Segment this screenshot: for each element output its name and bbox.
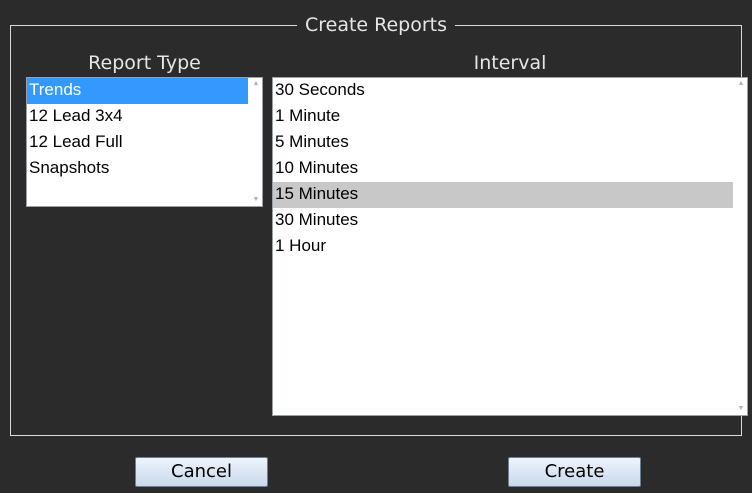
frame-line-top-left — [10, 25, 297, 26]
report-type-list[interactable]: Trends 12 Lead 3x4 12 Lead Full Snapshot… — [26, 77, 263, 207]
interval-label: Interval — [473, 52, 547, 74]
report-type-scrollbar[interactable]: ▲ ▼ — [250, 78, 262, 206]
interval-scrollbar[interactable]: ▲ ▼ — [735, 78, 747, 415]
report-type-item-snapshots[interactable]: Snapshots — [27, 156, 262, 182]
cancel-button[interactable]: Cancel — [135, 457, 268, 487]
report-type-item-12-lead-3x4[interactable]: 12 Lead 3x4 — [27, 104, 262, 130]
scroll-up-arrow-icon[interactable]: ▲ — [737, 80, 745, 88]
create-button[interactable]: Create — [508, 457, 641, 487]
interval-item-1-hour[interactable]: 1 Hour — [273, 234, 747, 260]
frame-line-left — [10, 25, 11, 435]
frame-line-top-right — [455, 25, 742, 26]
dialog-title: Create Reports — [304, 14, 448, 36]
scroll-up-arrow-icon[interactable]: ▲ — [252, 80, 260, 88]
frame-line-bottom — [10, 435, 742, 436]
report-type-item-trends[interactable]: Trends — [27, 78, 248, 104]
interval-item-30-seconds[interactable]: 30 Seconds — [273, 78, 747, 104]
create-reports-dialog: Create Reports Report Type Interval Tren… — [0, 0, 752, 493]
report-type-label: Report Type — [88, 52, 201, 74]
interval-list[interactable]: 30 Seconds 1 Minute 5 Minutes 10 Minutes… — [272, 77, 748, 416]
interval-item-15-minutes[interactable]: 15 Minutes — [273, 182, 733, 208]
interval-item-10-minutes[interactable]: 10 Minutes — [273, 156, 747, 182]
report-type-item-12-lead-full[interactable]: 12 Lead Full — [27, 130, 262, 156]
interval-item-1-minute[interactable]: 1 Minute — [273, 104, 747, 130]
interval-item-30-minutes[interactable]: 30 Minutes — [273, 208, 747, 234]
scroll-down-arrow-icon[interactable]: ▼ — [252, 196, 260, 204]
scroll-down-arrow-icon[interactable]: ▼ — [737, 405, 745, 413]
interval-item-5-minutes[interactable]: 5 Minutes — [273, 130, 747, 156]
